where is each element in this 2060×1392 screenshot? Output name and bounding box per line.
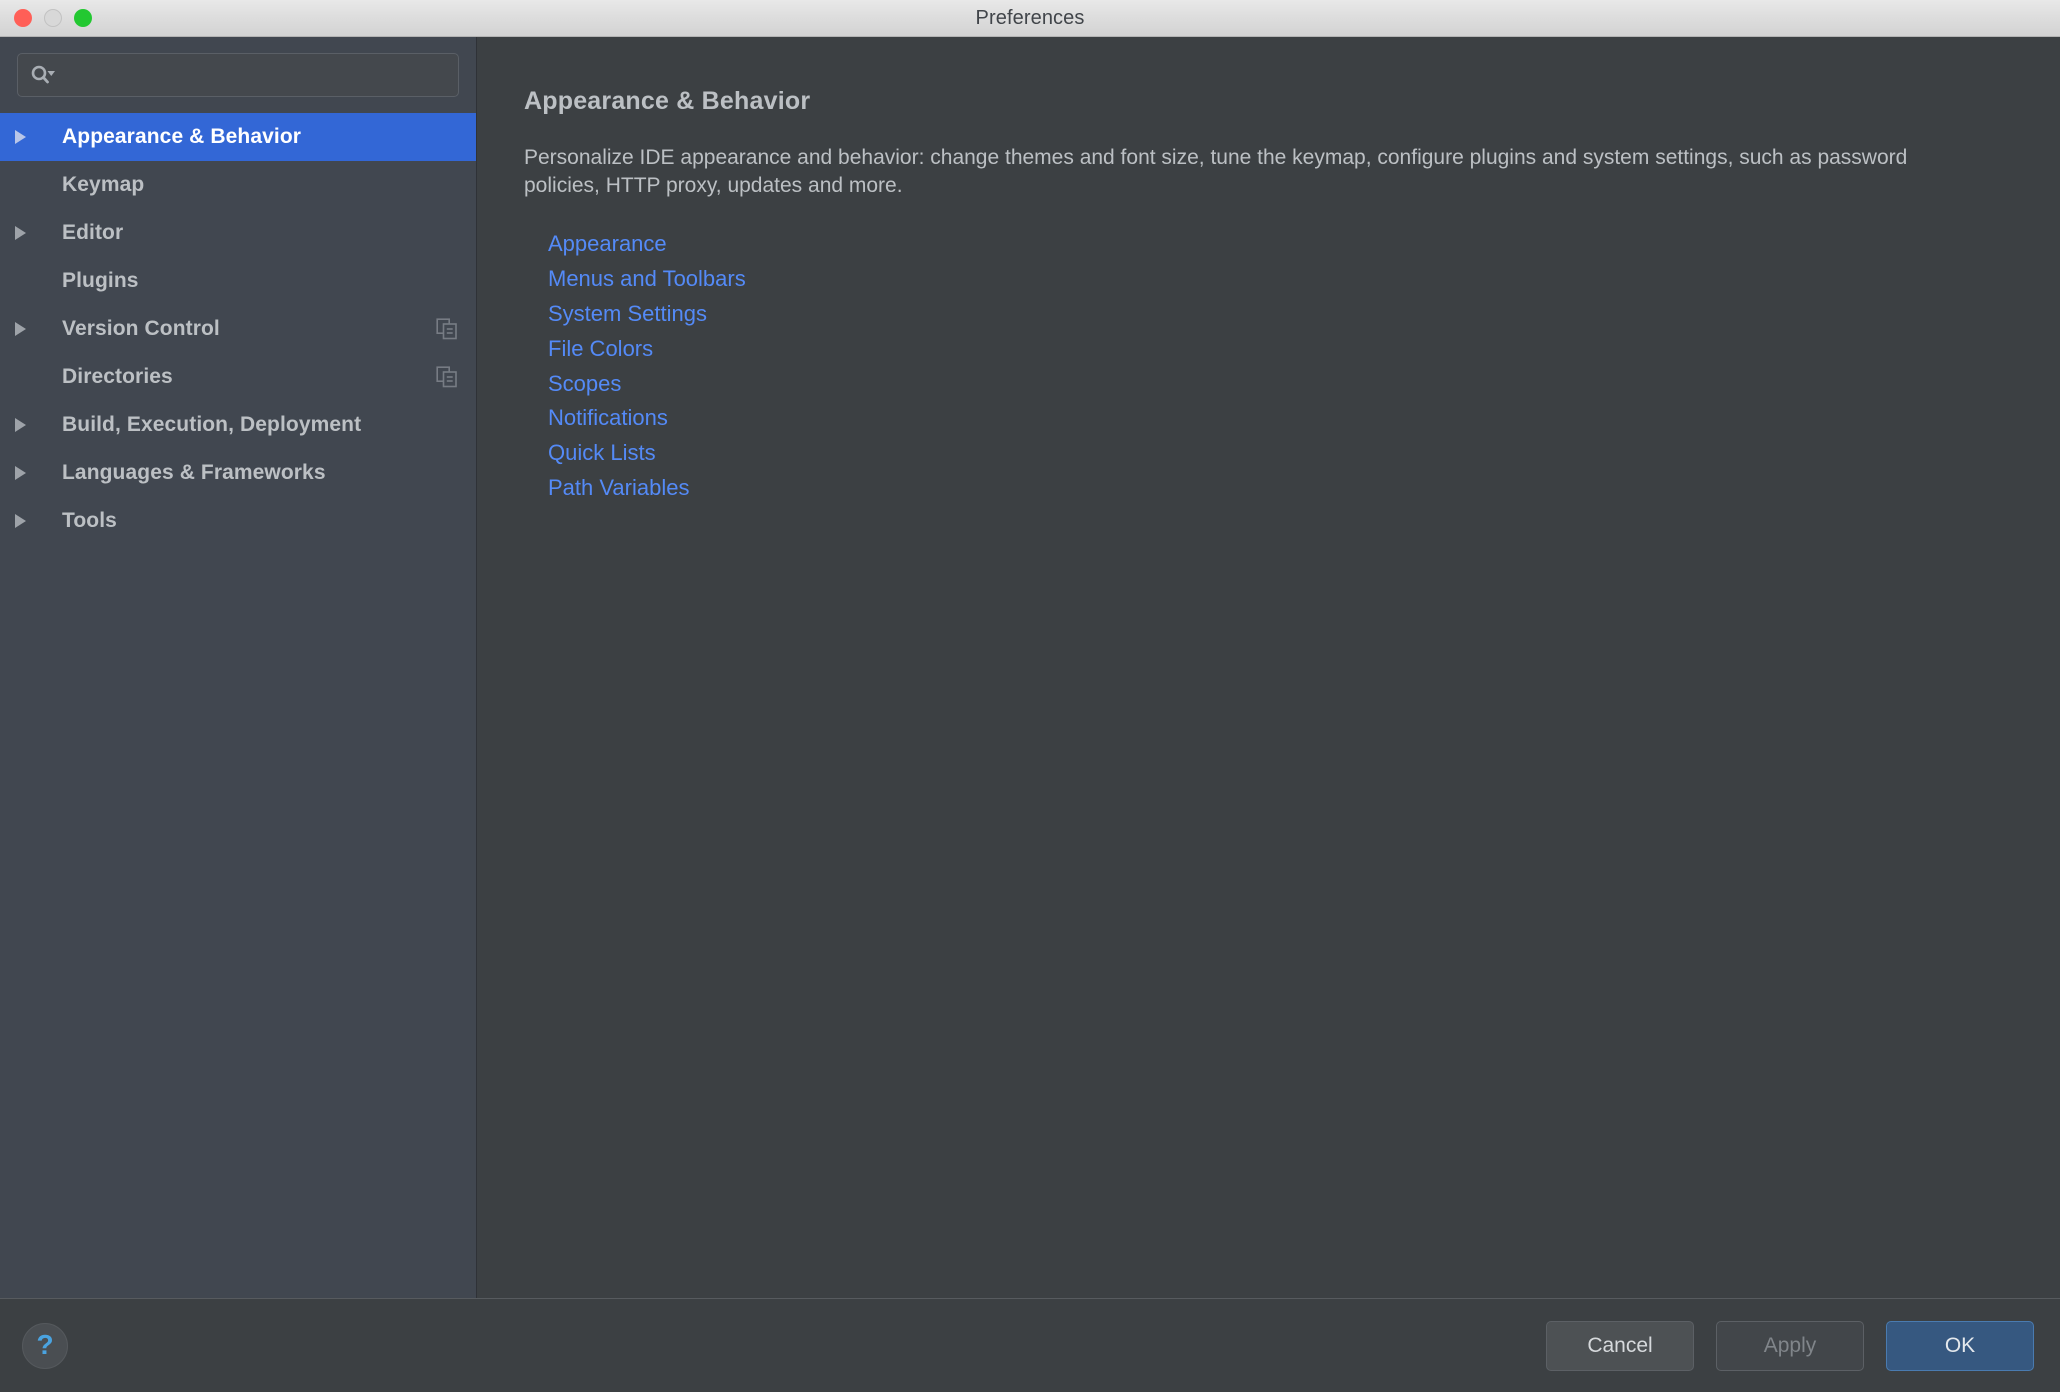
sidebar-item-label: Editor: [62, 221, 124, 244]
sidebar-item-directories[interactable]: Directories: [0, 353, 476, 401]
ok-button[interactable]: OK: [1886, 1320, 2034, 1371]
window-title: Preferences: [975, 7, 1085, 29]
list-item: Menus and Toolbars: [548, 262, 2020, 297]
subsection-link-list: Appearance Menus and Toolbars System Setti…: [524, 227, 2020, 505]
link-menus-and-toolbars[interactable]: Menus and Toolbars: [548, 262, 746, 297]
expand-arrow-icon[interactable]: [0, 418, 40, 432]
settings-sidebar: Appearance & Behavior Keymap Editor Plugins…: [0, 37, 477, 1298]
settings-tree: Appearance & Behavior Keymap Editor Plugins…: [0, 111, 476, 1298]
expand-arrow-icon[interactable]: [0, 322, 40, 336]
sidebar-item-label: Languages & Frameworks: [62, 461, 326, 484]
close-button[interactable]: [14, 9, 32, 27]
search-box[interactable]: [17, 53, 459, 97]
sidebar-item-languages-frameworks[interactable]: Languages & Frameworks: [0, 449, 476, 497]
sidebar-item-version-control[interactable]: Version Control: [0, 305, 476, 353]
dialog-footer: ? Cancel Apply OK: [0, 1298, 2060, 1392]
sidebar-item-label: Plugins: [62, 269, 139, 292]
page-description: Personalize IDE appearance and behavior:…: [524, 146, 1908, 197]
sidebar-item-label: Appearance & Behavior: [62, 125, 302, 148]
list-item: Quick Lists: [548, 436, 2020, 471]
question-mark-icon: ?: [36, 1328, 54, 1360]
link-quick-lists[interactable]: Quick Lists: [548, 436, 656, 471]
expand-arrow-icon[interactable]: [0, 466, 40, 480]
list-item: Scopes: [548, 367, 2020, 402]
link-appearance[interactable]: Appearance: [548, 227, 667, 262]
list-item: File Colors: [548, 332, 2020, 367]
sidebar-item-label: Keymap: [62, 173, 145, 196]
dialog-body: Appearance & Behavior Keymap Editor Plugins…: [0, 37, 2060, 1298]
link-path-variables[interactable]: Path Variables: [548, 471, 689, 506]
minimize-button[interactable]: [44, 9, 62, 27]
list-item: Path Variables: [548, 471, 2020, 506]
sidebar-item-label: Directories: [62, 365, 173, 388]
titlebar: Preferences: [0, 0, 2060, 37]
sidebar-item-label: Tools: [62, 509, 117, 532]
copy-icon: [436, 366, 458, 388]
settings-detail-panel: Appearance & Behavior Personalize IDE ap…: [477, 37, 2060, 1298]
link-notifications[interactable]: Notifications: [548, 401, 668, 436]
sidebar-item-plugins[interactable]: Plugins: [0, 257, 476, 305]
cancel-button[interactable]: Cancel: [1546, 1320, 1694, 1371]
list-item: Appearance: [548, 227, 2020, 262]
page-title: Appearance & Behavior: [524, 87, 811, 115]
list-item: Notifications: [548, 401, 2020, 436]
sidebar-item-tools[interactable]: Tools: [0, 497, 476, 545]
apply-button[interactable]: Apply: [1716, 1320, 1864, 1371]
expand-arrow-icon[interactable]: [0, 130, 40, 144]
preferences-window: Preferences Appearance & Behavior Keymap…: [0, 0, 2060, 1392]
sidebar-item-appearance-behavior[interactable]: Appearance & Behavior: [0, 113, 476, 161]
window-controls: [0, 9, 92, 27]
link-system-settings[interactable]: System Settings: [548, 297, 707, 332]
expand-arrow-icon[interactable]: [0, 226, 40, 240]
copy-icon: [436, 318, 458, 340]
expand-arrow-icon[interactable]: [0, 514, 40, 528]
search-container: [0, 37, 476, 111]
list-item: System Settings: [548, 297, 2020, 332]
link-scopes[interactable]: Scopes: [548, 367, 621, 402]
sidebar-item-build-execution-deployment[interactable]: Build, Execution, Deployment: [0, 401, 476, 449]
search-input[interactable]: [64, 54, 446, 96]
sidebar-item-keymap[interactable]: Keymap: [0, 161, 476, 209]
search-icon: [30, 65, 56, 85]
sidebar-item-label: Version Control: [62, 317, 220, 340]
link-file-colors[interactable]: File Colors: [548, 332, 653, 367]
sidebar-item-editor[interactable]: Editor: [0, 209, 476, 257]
maximize-button[interactable]: [74, 9, 92, 27]
sidebar-item-label: Build, Execution, Deployment: [62, 413, 362, 436]
help-button[interactable]: ?: [22, 1322, 68, 1369]
